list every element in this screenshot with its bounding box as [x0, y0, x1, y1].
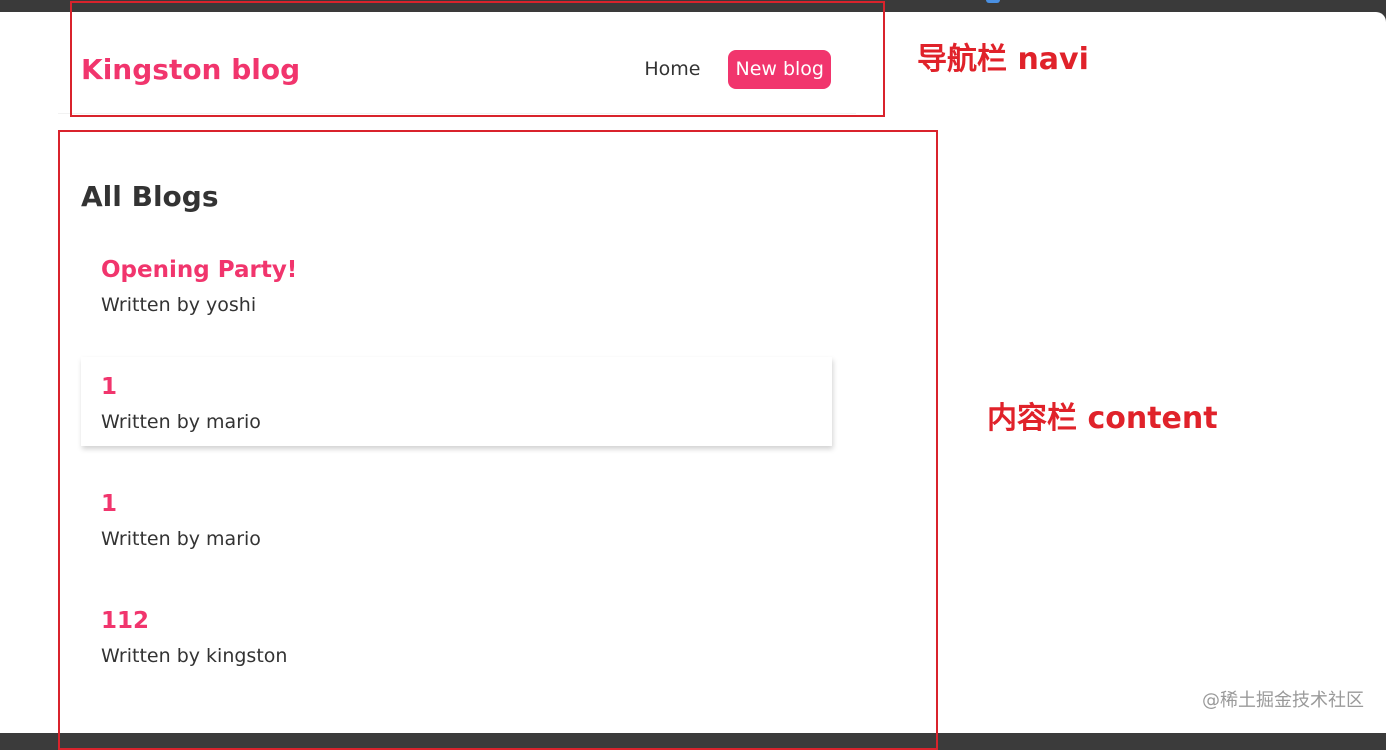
tab-indicator: [986, 0, 1000, 3]
annotation-box-content: [58, 130, 938, 750]
annotation-label-content: 内容栏 content: [987, 401, 1218, 436]
annotation-label-navi: 导航栏 navi: [917, 42, 1089, 77]
annotation-box-navi: [70, 1, 885, 117]
watermark: @稀土掘金技术社区: [1202, 690, 1364, 711]
